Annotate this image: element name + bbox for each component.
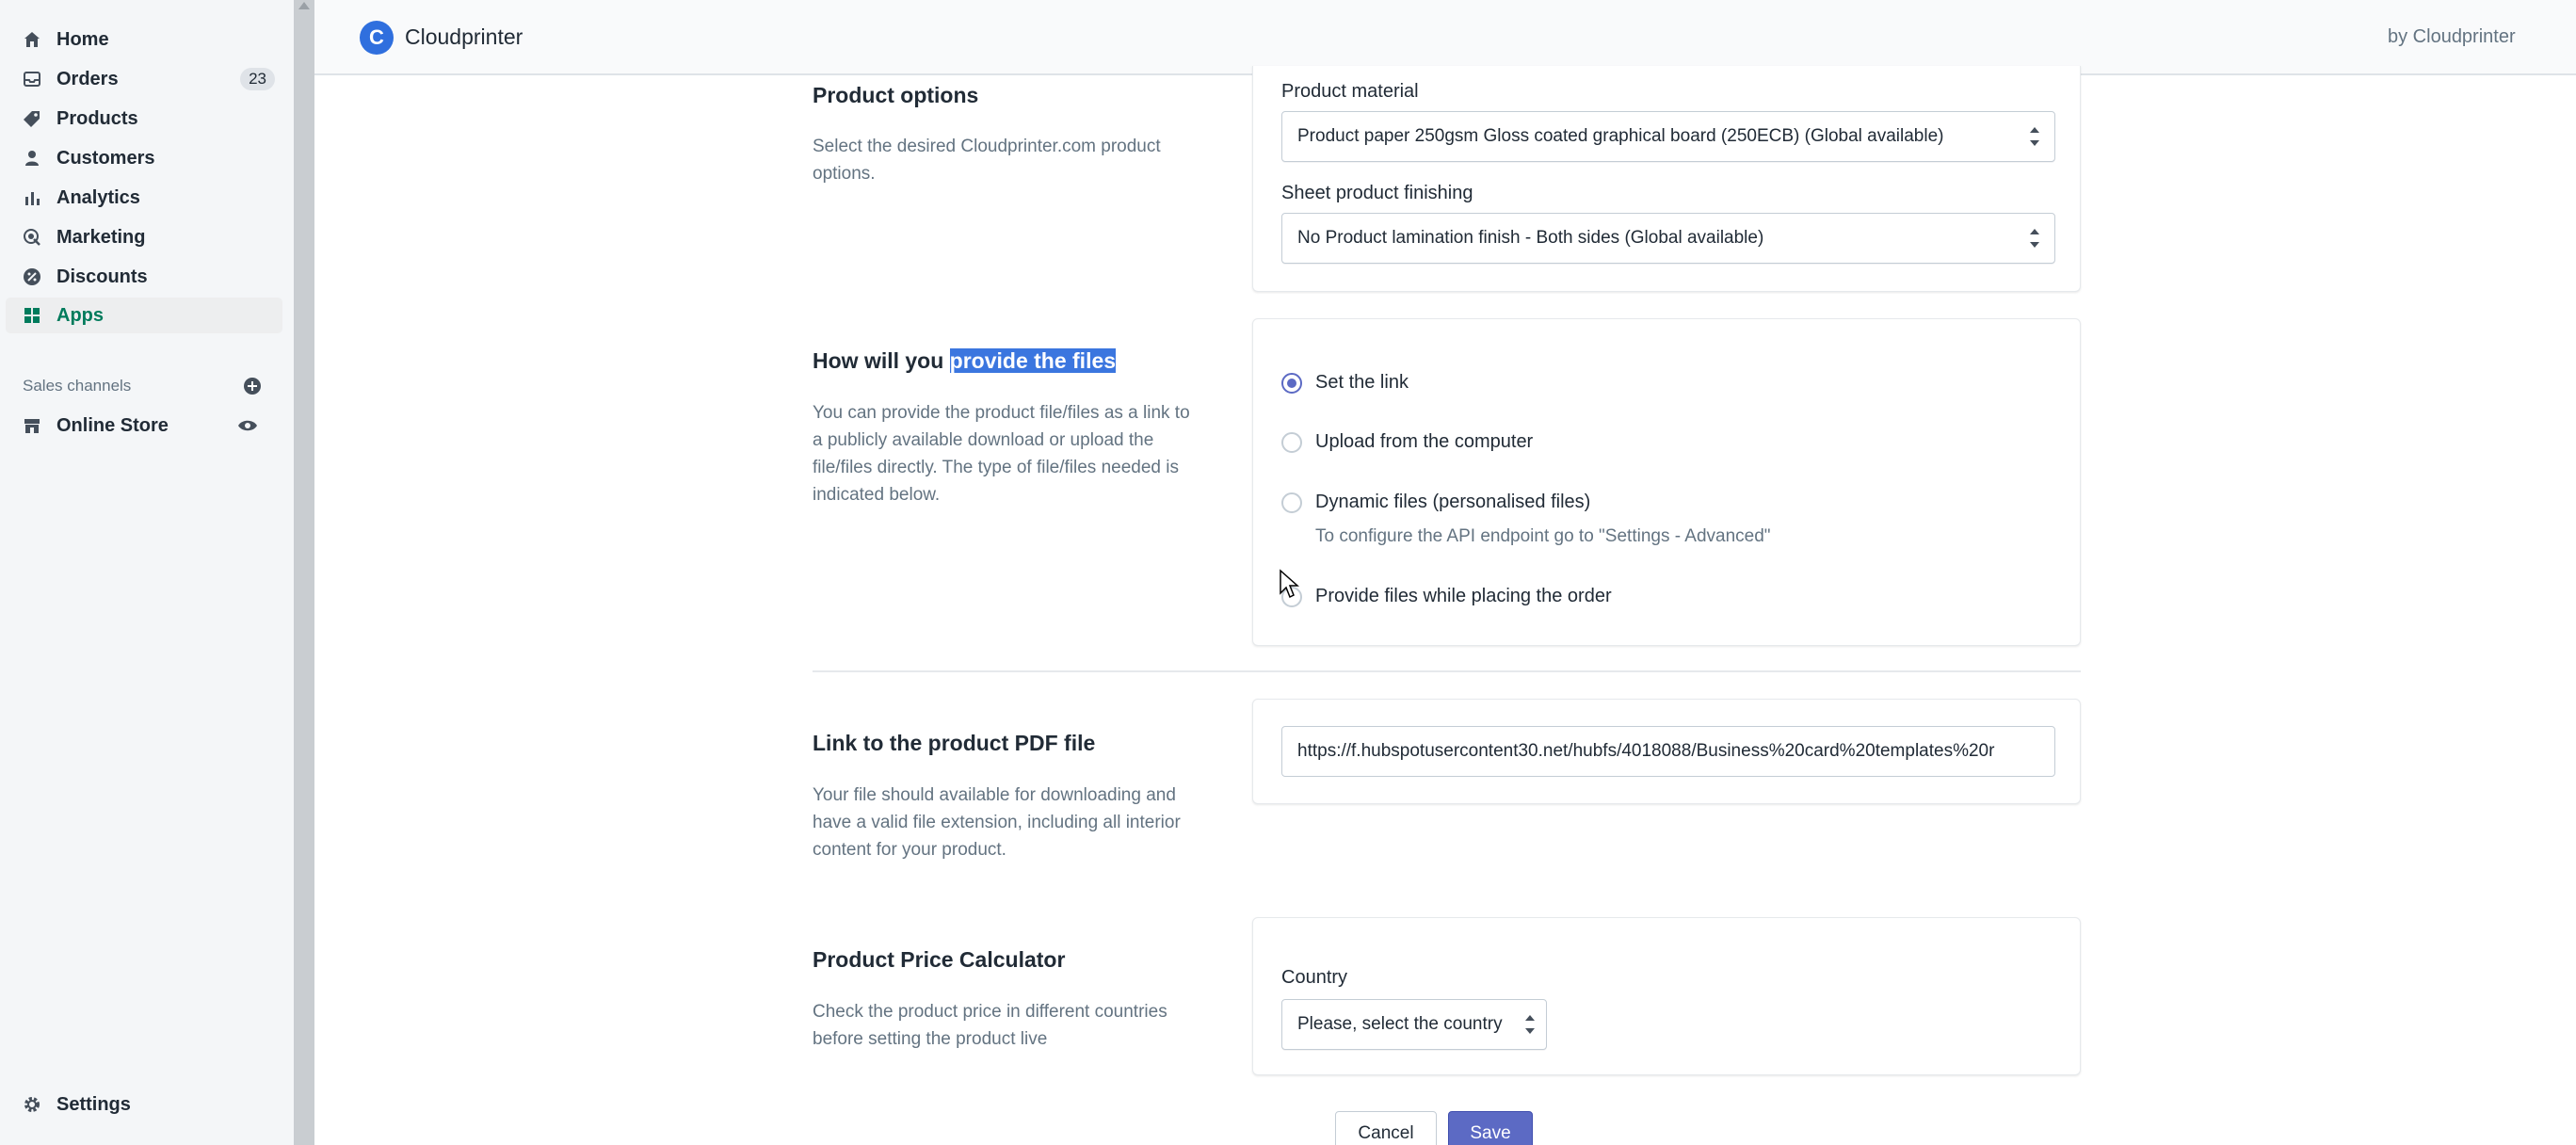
sidebar: Home Orders 23 Products Customers Analyt… [0, 0, 294, 1145]
provide-files-title-plain: How will you [813, 348, 950, 373]
radio-button[interactable] [1281, 492, 1302, 513]
select-caret-icon [2030, 127, 2039, 146]
sidebar-item-label: Apps [56, 304, 104, 326]
price-calculator-description: Check the product price in different cou… [813, 1002, 1167, 1049]
bar-chart-icon [21, 186, 43, 209]
sidebar-item-label: Analytics [56, 186, 140, 208]
material-label: Product material [1281, 81, 1419, 102]
product-options-title: Product options [813, 83, 979, 107]
marketing-icon [21, 226, 43, 249]
sidebar-scrollbar[interactable] [294, 0, 314, 1145]
product-options-description: Select the desired Cloudprinter.com prod… [813, 137, 1161, 184]
sidebar-item-products[interactable]: Products [6, 101, 282, 137]
material-select[interactable]: Product paper 250gsm Gloss coated graphi… [1281, 111, 2055, 162]
pdf-link-description: Your file should available for downloadi… [813, 785, 1181, 860]
sidebar-item-analytics[interactable]: Analytics [6, 180, 282, 216]
radio-label: Provide files while placing the order [1315, 586, 1612, 606]
sidebar-item-customers[interactable]: Customers [6, 140, 282, 176]
sidebar-item-label: Orders [56, 68, 119, 89]
radio-provide-at-order[interactable]: Provide files while placing the order [1281, 586, 1612, 607]
radio-label: Upload from the computer [1315, 431, 1534, 452]
price-calculator-card: Country Please, select the country [1252, 917, 2081, 1075]
discount-icon [21, 266, 43, 288]
radio-label: Set the link [1315, 372, 1409, 393]
scroll-up-arrow-icon[interactable] [298, 2, 310, 9]
sidebar-item-label: Products [56, 107, 138, 129]
dynamic-files-help: To configure the API endpoint go to "Set… [1315, 526, 1771, 546]
finishing-select[interactable]: No Product lamination finish - Both side… [1281, 213, 2055, 264]
country-select[interactable]: Please, select the country [1281, 999, 1547, 1050]
app-header: C Cloudprinter by Cloudprinter [314, 0, 2576, 75]
select-caret-icon [1525, 1015, 1535, 1034]
country-select-value: Please, select the country [1297, 1014, 1503, 1034]
save-button[interactable]: Save [1448, 1111, 1533, 1145]
main-content: C Cloudprinter by Cloudprinter Product o… [314, 0, 2576, 1145]
apps-icon [21, 304, 43, 327]
provide-files-title-selected: provide the files [949, 348, 1117, 373]
radio-button[interactable] [1281, 372, 1302, 394]
home-icon [21, 28, 43, 51]
app-name: Cloudprinter [405, 24, 523, 49]
radio-set-link[interactable]: Set the link [1281, 372, 1409, 394]
sidebar-item-label: Online Store [56, 414, 169, 436]
pdf-link-card: https://f.hubspotusercontent30.net/hubfs… [1252, 699, 2081, 804]
view-store-eye-icon[interactable] [235, 414, 260, 437]
provide-files-card: Set the link Upload from the computer Dy… [1252, 318, 2081, 646]
price-calculator-title: Product Price Calculator [813, 947, 1066, 972]
sales-channels-heading: Sales channels [23, 377, 132, 395]
radio-button[interactable] [1281, 431, 1302, 453]
select-caret-icon [2030, 229, 2039, 248]
orders-count-badge: 23 [240, 68, 275, 90]
sidebar-item-marketing[interactable]: Marketing [6, 219, 282, 255]
tag-icon [21, 107, 43, 130]
sidebar-item-apps[interactable]: Apps [6, 298, 282, 333]
country-label: Country [1281, 967, 1348, 988]
cloudprinter-logo-icon: C [360, 21, 394, 55]
person-icon [21, 147, 43, 169]
sidebar-item-label: Home [56, 28, 109, 50]
sidebar-item-online-store[interactable]: Online Store [6, 408, 282, 443]
provide-files-title: How will you provide the files [813, 348, 1117, 374]
plus-circle-icon [244, 378, 261, 395]
sidebar-item-label: Settings [56, 1093, 131, 1115]
radio-dynamic-files[interactable]: Dynamic files (personalised files) [1281, 492, 1590, 513]
sidebar-item-settings[interactable]: Settings [6, 1087, 282, 1122]
material-select-value: Product paper 250gsm Gloss coated graphi… [1297, 126, 1944, 146]
finishing-label: Sheet product finishing [1281, 183, 1473, 203]
pdf-url-input[interactable]: https://f.hubspotusercontent30.net/hubfs… [1281, 726, 2055, 777]
gear-icon [21, 1093, 43, 1116]
sidebar-item-home[interactable]: Home [6, 22, 282, 57]
sidebar-item-label: Customers [56, 147, 155, 169]
product-options-card: Product material Product paper 250gsm Gl… [1252, 66, 2081, 292]
sidebar-item-orders[interactable]: Orders 23 [6, 61, 282, 97]
by-label: by Cloudprinter [2388, 26, 2516, 47]
radio-label: Dynamic files (personalised files) [1315, 492, 1591, 512]
finishing-select-value: No Product lamination finish - Both side… [1297, 228, 1764, 248]
store-icon [21, 414, 43, 437]
radio-upload-computer[interactable]: Upload from the computer [1281, 431, 1533, 453]
add-sales-channel-button[interactable] [241, 375, 264, 397]
sidebar-item-label: Discounts [56, 266, 148, 287]
section-divider [813, 670, 2081, 672]
pdf-link-title: Link to the product PDF file [813, 731, 1096, 755]
sidebar-item-label: Marketing [56, 226, 146, 248]
cancel-button[interactable]: Cancel [1335, 1111, 1437, 1145]
sidebar-item-discounts[interactable]: Discounts [6, 259, 282, 295]
provide-files-description: You can provide the product file/files a… [813, 403, 1190, 505]
mouse-cursor-icon [1280, 569, 1299, 599]
orders-icon [21, 68, 43, 90]
